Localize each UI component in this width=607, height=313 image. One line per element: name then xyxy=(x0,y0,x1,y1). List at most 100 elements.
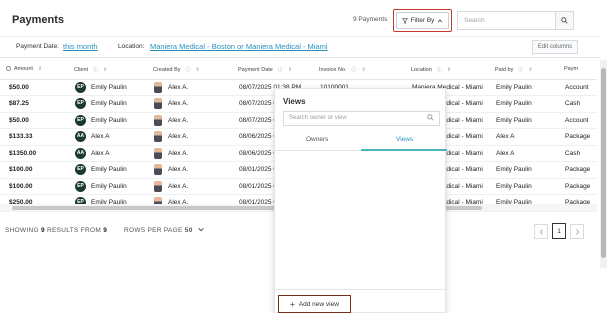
vertical-scrollbar[interactable] xyxy=(600,60,607,268)
avatar xyxy=(154,98,162,110)
info-icon: ⓘ xyxy=(518,66,524,73)
page-title: Payments xyxy=(12,14,64,26)
column-header-payment-date[interactable]: Payment Date ⓘ ⇕ xyxy=(232,60,313,80)
views-tabs: Owners Views xyxy=(275,131,447,151)
client-cell[interactable]: EP Emily Paulin xyxy=(68,79,147,96)
filter-by-label: Filter By xyxy=(410,17,435,24)
client-cell[interactable]: EP Emily Paulin xyxy=(68,95,147,113)
client-cell[interactable]: EP Emily Paulin xyxy=(68,178,147,195)
filter-by-button[interactable]: Filter By xyxy=(393,9,452,32)
views-title: Views xyxy=(283,97,306,106)
views-search-input[interactable]: Search owner or view xyxy=(283,111,440,126)
sort-icon[interactable]: ⇕ xyxy=(288,67,292,73)
client-cell[interactable]: EP Emily Paulin xyxy=(68,161,147,179)
sort-icon[interactable]: ⇕ xyxy=(103,67,107,73)
client-name: Alex A xyxy=(91,149,110,157)
views-footer-divider xyxy=(275,289,447,290)
next-page-button[interactable] xyxy=(570,224,584,239)
search-button[interactable] xyxy=(555,11,574,30)
previous-page-button[interactable] xyxy=(534,224,548,239)
column-header-payment-method[interactable]: Paym xyxy=(558,60,597,80)
add-new-view-label: Add new view xyxy=(298,300,339,308)
client-name: Emily Paulin xyxy=(91,182,127,190)
chevron-left-icon xyxy=(539,228,543,235)
views-search-placeholder: Search owner or view xyxy=(289,115,347,121)
avatar: EP xyxy=(75,98,86,110)
client-name: Emily Paulin xyxy=(91,83,127,91)
avatar xyxy=(154,114,162,126)
amount-cell: $50.00 xyxy=(0,79,68,96)
amount-cell: $1350.00 xyxy=(0,145,68,162)
payments-count: 9 Payments xyxy=(353,16,388,23)
avatar: EP xyxy=(75,81,86,93)
chevron-right-icon xyxy=(575,228,579,235)
tab-views[interactable]: Views xyxy=(396,136,413,143)
amount-cell: $87.25 xyxy=(0,95,68,113)
avatar xyxy=(154,131,162,143)
payment-method-cell: Account xyxy=(558,79,597,96)
sort-icon[interactable]: ⇕ xyxy=(528,67,532,73)
column-header-invoice-no[interactable]: Invoice No. ⓘ ⇕ xyxy=(313,60,405,80)
column-header-paid-by[interactable]: Paid by ⓘ ⇕ xyxy=(489,60,558,80)
created-by-cell: Alex A. xyxy=(147,95,232,113)
created-by-name: Alex A. xyxy=(168,166,189,174)
avatar: EP xyxy=(75,164,86,176)
avatar xyxy=(154,164,162,176)
payment-method-cell: Account xyxy=(558,112,597,129)
amount-cell: $100.00 xyxy=(0,178,68,195)
column-header-amount[interactable]: Amount ⇕ xyxy=(0,60,68,80)
created-by-cell: Alex A. xyxy=(147,112,232,129)
chevron-down-icon xyxy=(198,227,204,232)
table-header-row: Amount ⇕ Client ⓘ ⇕ Created By ⓘ ⇕ Payment Da… xyxy=(0,60,597,80)
info-icon: ⓘ xyxy=(277,66,283,73)
amount-cell: $100.00 xyxy=(0,161,68,179)
views-dropdown: Views Search owner or view Owners Views … xyxy=(274,88,447,313)
created-by-name: Alex A. xyxy=(168,133,189,141)
payment-method-cell: Package xyxy=(558,178,597,195)
created-by-cell: Alex A. xyxy=(147,145,232,162)
rows-per-page[interactable]: ROWS PER PAGE 50 xyxy=(124,227,204,234)
info-icon: ⓘ xyxy=(351,66,357,73)
vertical-scrollbar-thumb[interactable] xyxy=(601,68,606,258)
created-by-name: Alex A. xyxy=(168,83,189,91)
created-by-cell: Alex A. xyxy=(147,178,232,195)
location-link[interactable]: Maniera Medical - Boston or Maniera Medi… xyxy=(150,42,328,51)
sort-icon[interactable]: ⇕ xyxy=(196,67,200,73)
avatar: AA xyxy=(75,147,86,159)
info-icon: ⓘ xyxy=(93,66,99,73)
edit-columns-button[interactable]: Edit columns xyxy=(532,40,578,54)
client-cell[interactable]: EP Emily Paulin xyxy=(68,112,147,129)
created-by-name: Alex A. xyxy=(168,116,189,124)
column-header-created-by[interactable]: Created By ⓘ ⇕ xyxy=(147,60,232,80)
sort-icon[interactable]: ⇕ xyxy=(362,67,366,73)
avatar xyxy=(154,147,162,159)
avatar xyxy=(154,180,162,192)
client-cell[interactable]: AA Alex A xyxy=(68,128,147,146)
client-name: Emily Paulin xyxy=(91,116,127,124)
created-by-name: Alex A. xyxy=(168,182,189,190)
search-input[interactable]: Search xyxy=(457,11,555,30)
page-number-button[interactable]: 1 xyxy=(552,223,566,239)
client-cell[interactable]: AA Alex A xyxy=(68,145,147,162)
column-header-client[interactable]: Client ⓘ ⇕ xyxy=(68,60,147,80)
amount-cell: $133.33 xyxy=(0,128,68,146)
column-header-location[interactable]: Location ⓘ ⇕ xyxy=(405,60,489,80)
tab-owners[interactable]: Owners xyxy=(306,136,328,143)
sort-icon[interactable]: ⇕ xyxy=(38,66,42,72)
avatar: AA xyxy=(75,131,86,143)
created-by-cell: Alex A. xyxy=(147,128,232,146)
payment-method-cell: Cash xyxy=(558,145,597,162)
paid-by-cell: Emily Paulin xyxy=(489,178,558,195)
plus-icon: + xyxy=(290,299,295,309)
info-icon xyxy=(6,66,11,72)
payment-method-cell: Package xyxy=(558,128,597,146)
results-summary: SHOWING 9 RESULTS FROM 9 xyxy=(5,227,108,234)
active-tab-indicator xyxy=(361,149,447,151)
payment-date-link[interactable]: this month xyxy=(63,42,98,51)
sort-icon[interactable]: ⇕ xyxy=(447,67,451,73)
add-new-view-button[interactable]: + Add new view xyxy=(278,295,351,313)
paid-by-cell: Emily Paulin xyxy=(489,112,558,129)
filter-by-inner[interactable]: Filter By xyxy=(395,12,450,29)
created-by-name: Alex A. xyxy=(168,100,189,108)
location-label: Location: xyxy=(118,43,145,50)
